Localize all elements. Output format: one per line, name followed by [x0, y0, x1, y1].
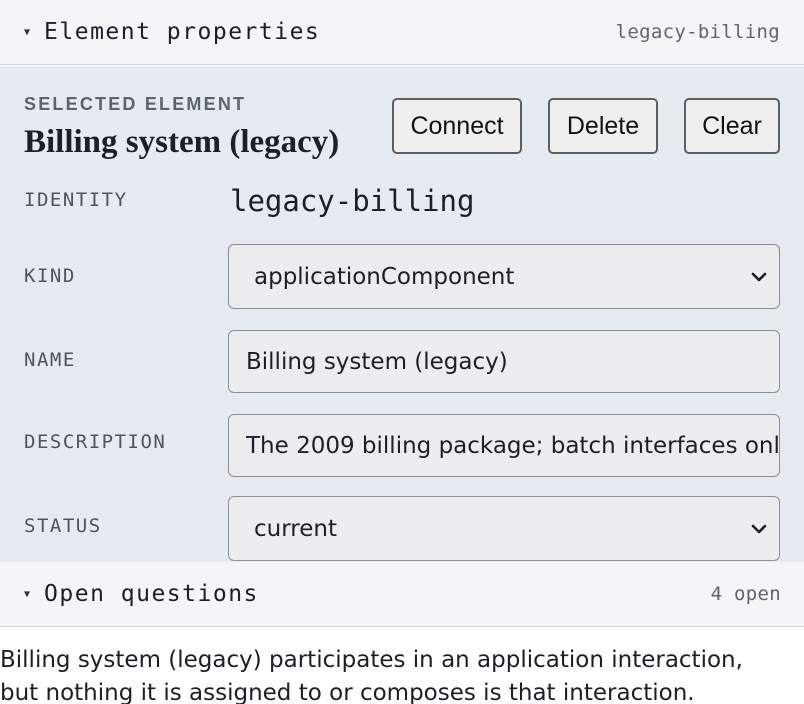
questions-section-header[interactable]: ▼ Open questions 4 open: [0, 562, 804, 627]
question-item: Billing system (legacy) participates in …: [0, 644, 804, 704]
properties-section-header[interactable]: ▼ Element properties legacy-billing: [0, 0, 804, 65]
chevron-down-icon: [751, 272, 767, 281]
clear-button[interactable]: Clear: [684, 98, 780, 154]
question-text-line-1: Billing system (legacy) participates in …: [0, 647, 743, 673]
name-label: NAME: [24, 349, 76, 371]
kind-select[interactable]: applicationComponent: [228, 244, 780, 309]
selected-element-eyebrow: SELECTED ELEMENT: [24, 94, 247, 114]
status-select[interactable]: current: [228, 496, 780, 561]
properties-panel: SELECTED ELEMENT Billing system (legacy)…: [0, 66, 804, 562]
questions-section-title: Open questions: [44, 581, 259, 607]
caret-down-icon: ▼: [24, 26, 31, 38]
status-select-value: current: [254, 515, 337, 542]
description-input-value: The 2009 billing package; batch interfac…: [246, 432, 779, 459]
kind-select-value: applicationComponent: [254, 263, 515, 290]
chevron-down-icon: [751, 524, 767, 533]
questions-header-left: ▼ Open questions: [24, 581, 259, 607]
connect-button[interactable]: Connect: [392, 98, 522, 154]
description-input[interactable]: The 2009 billing package; batch interfac…: [228, 414, 780, 477]
description-label: DESCRIPTION: [24, 431, 167, 453]
name-input[interactable]: Billing system (legacy): [228, 330, 780, 393]
delete-button[interactable]: Delete: [548, 98, 658, 154]
name-input-value: Billing system (legacy): [246, 348, 508, 375]
identity-label: IDENTITY: [24, 189, 128, 211]
properties-section-meta: legacy-billing: [615, 21, 780, 43]
properties-header-left: ▼ Element properties: [24, 19, 320, 45]
kind-label: KIND: [24, 265, 76, 287]
questions-count: 4 open: [710, 583, 781, 605]
properties-section-title: Element properties: [44, 19, 321, 45]
caret-down-icon: ▼: [24, 588, 31, 600]
identity-value: legacy-billing: [230, 184, 475, 218]
question-text-line-2: but nothing it is assigned to or compose…: [0, 680, 695, 704]
status-label: STATUS: [24, 515, 102, 537]
selected-element-title: Billing system (legacy): [24, 124, 340, 160]
